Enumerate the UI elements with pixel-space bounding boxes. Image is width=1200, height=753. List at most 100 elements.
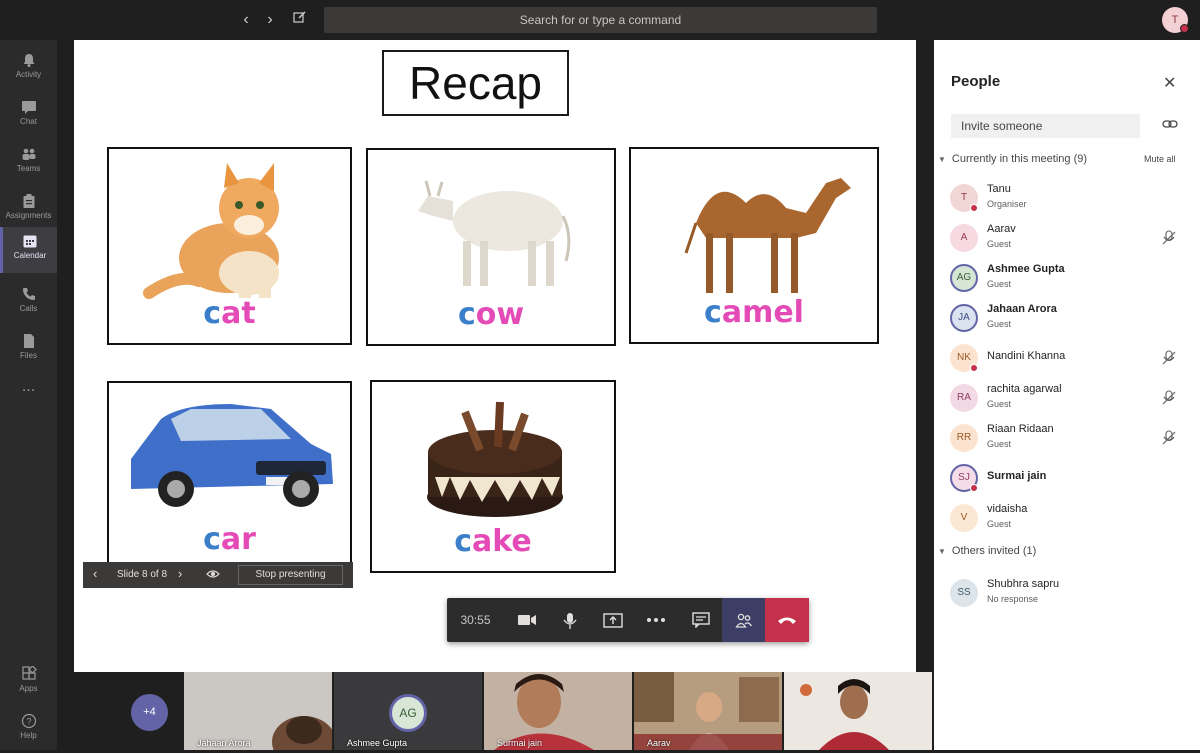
presence-busy-icon (970, 364, 978, 372)
search-input[interactable]: Search for or type a command (324, 7, 877, 33)
more-icon: ... (21, 378, 36, 395)
rail-item-files[interactable]: Files (0, 327, 57, 373)
microphone-icon (562, 613, 577, 629)
rail-item-apps[interactable]: Apps (0, 660, 57, 706)
card-cow: cow (366, 148, 616, 346)
participant-row[interactable]: V vidaisha Guest (950, 500, 1190, 536)
participant-row[interactable]: RA rachita agarwal Guest (950, 380, 1190, 416)
others-invited-section[interactable]: ▼ Others invited (1) (938, 545, 1036, 557)
mic-muted-icon[interactable] (1162, 390, 1176, 406)
video-tile[interactable]: Surmai jain (484, 672, 632, 750)
rail-item-teams[interactable]: Teams (0, 140, 57, 186)
participant-name: Nandini Khanna (987, 350, 1066, 362)
rail-item-activity[interactable]: Activity (0, 46, 57, 92)
video-tile[interactable]: AG Ashmee Gupta (334, 672, 482, 750)
rail-label: Files (20, 351, 37, 360)
share-button[interactable] (591, 598, 634, 642)
participant-role: Guest (987, 279, 1012, 289)
video-tile[interactable]: Jahaan Arora (184, 672, 332, 750)
invite-input[interactable]: Invite someone (951, 114, 1140, 138)
participant-row[interactable]: T Tanu Organiser (950, 180, 1190, 216)
rail-label: Teams (16, 164, 41, 173)
svg-text:?: ? (26, 717, 31, 727)
presence-busy-icon (970, 204, 978, 212)
mic-button[interactable] (548, 598, 591, 642)
avatar: RA (950, 384, 978, 412)
card-cat: cat (107, 147, 352, 345)
current-meeting-section[interactable]: ▼ Currently in this meeting (9) (938, 153, 1087, 165)
rail-label: Activity (15, 70, 42, 79)
card-word: cake (454, 524, 532, 559)
chevron-down-icon: ▼ (938, 155, 946, 164)
slide-title: Recap (382, 50, 569, 116)
participant-row[interactable]: NK Nandini Khanna (950, 340, 1190, 376)
rail-item-chat[interactable]: Chat (0, 93, 57, 139)
video-tile[interactable] (784, 672, 932, 750)
meeting-timer: 30:55 (460, 613, 491, 627)
chat-button[interactable] (679, 598, 722, 642)
section-label: Currently in this meeting (951, 153, 1071, 165)
more-actions-button[interactable] (634, 598, 677, 642)
participant-name: vidaisha (987, 503, 1028, 515)
eye-icon[interactable] (206, 567, 220, 581)
participant-role: Guest (987, 399, 1012, 409)
forward-arrow-icon[interactable]: › (260, 10, 280, 30)
rail-label: Calendar (13, 251, 47, 260)
tile-name: Ashmee Gupta (347, 738, 408, 748)
rail-item-calls[interactable]: Calls (0, 280, 57, 326)
participant-video (784, 672, 932, 750)
phone-icon (22, 288, 35, 300)
cake-image (427, 401, 563, 517)
apps-icon (21, 666, 37, 680)
avatar: SS (950, 579, 978, 607)
stop-presenting-button[interactable]: Stop presenting (238, 565, 343, 585)
invited-row[interactable]: SS Shubhra sapru No response (950, 575, 1190, 611)
participant-role: No response (987, 594, 1039, 604)
card-cake: cake (370, 380, 616, 573)
participant-row[interactable]: AG Ashmee Gupta Guest (950, 260, 1190, 296)
card-word: car (203, 522, 256, 557)
cat-image (143, 163, 279, 299)
card-word: cow (457, 297, 525, 332)
video-tile[interactable]: Aarav (634, 672, 782, 750)
camera-button[interactable] (505, 598, 548, 642)
rail-label: Chat (20, 117, 37, 126)
hang-up-button[interactable] (765, 598, 809, 642)
mic-muted-icon[interactable] (1162, 230, 1176, 246)
files-icon (23, 334, 34, 348)
rail-item-calendar[interactable]: Calendar (0, 227, 57, 273)
participant-name: Tanu (987, 183, 1011, 195)
participant-name: rachita agarwal (987, 383, 1062, 395)
help-icon: ? (21, 713, 36, 729)
close-icon[interactable]: ✕ (1163, 73, 1176, 93)
panel-title: People (951, 73, 1001, 90)
avatar: V (950, 504, 978, 532)
participant-name: Riaan Ridaan (987, 423, 1054, 435)
participants-button[interactable] (722, 598, 765, 642)
participant-row[interactable]: SJ Surmai jain (950, 460, 1190, 496)
compose-icon[interactable] (290, 10, 310, 30)
back-arrow-icon[interactable]: ‹ (236, 10, 256, 30)
participant-row[interactable]: JA Jahaan Arora Guest (950, 300, 1190, 336)
prev-slide-icon[interactable]: ‹ (93, 566, 97, 581)
rail-item-more[interactable]: ... (0, 374, 57, 420)
avatar: AG (950, 264, 978, 292)
avatar: AG (389, 694, 427, 732)
rail-label: Help (20, 731, 37, 740)
participant-row[interactable]: RR Riaan Ridaan Guest (950, 420, 1190, 456)
mic-muted-icon[interactable] (1162, 430, 1176, 446)
participant-name: Ashmee Gupta (987, 263, 1065, 275)
card-word: camel (704, 295, 804, 330)
rail-item-help[interactable]: ? Help (0, 707, 57, 753)
mute-all-button[interactable]: Mute all (1144, 154, 1176, 164)
participant-role: Guest (987, 439, 1012, 449)
participant-row[interactable]: A Aarav Guest (950, 220, 1190, 256)
rail-label: Calls (19, 304, 38, 313)
next-slide-icon[interactable]: › (178, 566, 182, 581)
camera-icon (517, 615, 536, 625)
link-icon[interactable] (1162, 118, 1178, 130)
mic-muted-icon[interactable] (1162, 350, 1176, 366)
more-participants-button[interactable]: +4 (131, 694, 168, 731)
meeting-controls: 30:55 (447, 598, 809, 642)
car-image (131, 404, 333, 507)
